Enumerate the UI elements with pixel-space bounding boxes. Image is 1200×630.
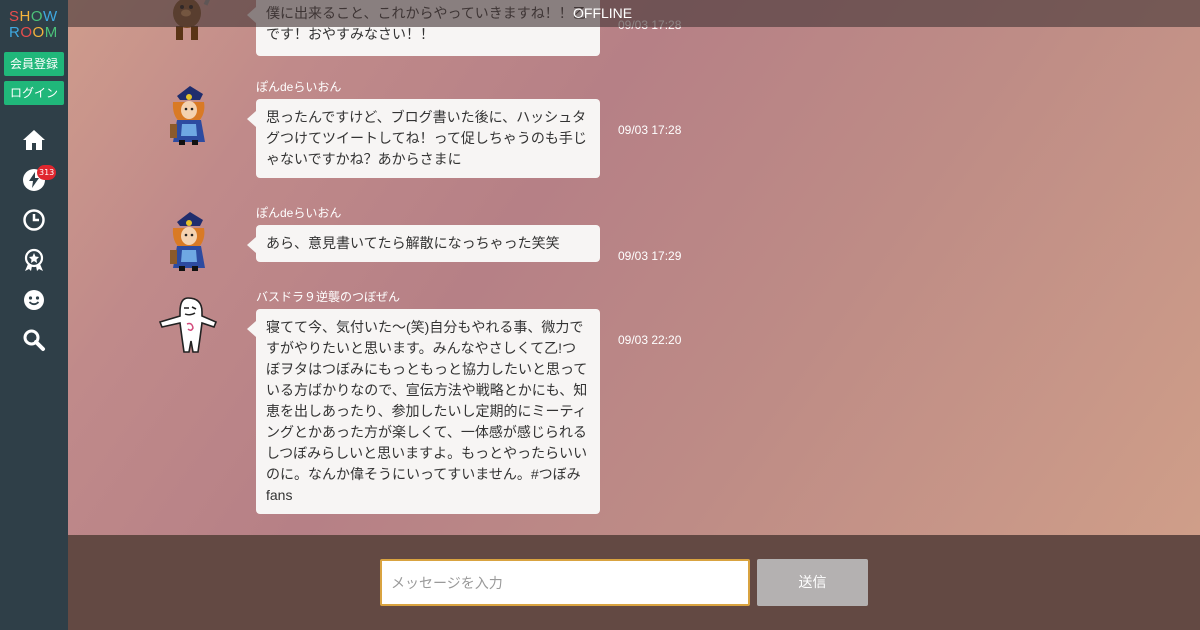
sidebar: SHOW ROOM 会員登録 ログイン 313	[0, 0, 68, 630]
ranking-icon[interactable]	[22, 248, 46, 272]
chat-log[interactable]	[68, 0, 1200, 535]
chat-bubble: 寝てて今、気付いた～(笑)自分もやれる事、微力ですがやりたいと思います。みんなや…	[247, 309, 600, 514]
register-button[interactable]: 会員登録	[4, 52, 64, 76]
notification-badge: 313	[37, 165, 57, 180]
message-time: 09/03 22:20	[618, 333, 682, 347]
message-username: ぽんdeらいおん	[256, 206, 342, 220]
message-input[interactable]	[380, 559, 750, 606]
face-icon[interactable]	[22, 288, 46, 312]
chat-bubble: 思ったんですけど、ブログ書いた後に、ハッシュタグつけてツイートしてね！って促しち…	[247, 99, 600, 178]
lion-avatar	[160, 84, 220, 146]
status-bar	[68, 0, 1200, 27]
offline-status: OFFLINE	[573, 5, 633, 21]
ghost-avatar	[158, 294, 218, 356]
message-time: 09/03 17:28	[618, 123, 682, 137]
message-username: ぽんdeらいおん	[256, 80, 342, 94]
logo-letter: O	[30, 8, 44, 25]
logo-letter: M	[44, 24, 58, 41]
clock-icon[interactable]	[22, 208, 46, 232]
logo-letter: O	[20, 24, 33, 41]
logo-letter: W	[43, 8, 58, 25]
send-button[interactable]: 送信	[757, 559, 868, 606]
home-icon[interactable]	[22, 128, 46, 152]
chat-bubble: あら、意見書いてたら解散になっちゃった笑笑	[247, 225, 600, 262]
logo-letter: O	[32, 24, 45, 41]
logo-letter: H	[19, 8, 31, 25]
showroom-logo[interactable]: SHOW ROOM	[9, 9, 61, 41]
login-button[interactable]: ログイン	[4, 81, 64, 105]
lion-avatar	[160, 210, 220, 272]
message-time: 09/03 17:29	[618, 249, 682, 263]
message-username: バスドラ９逆襲のつぼぜん	[256, 290, 401, 304]
search-icon[interactable]	[22, 328, 46, 352]
logo-letter: R	[9, 24, 21, 41]
logo-letter: S	[9, 8, 20, 25]
